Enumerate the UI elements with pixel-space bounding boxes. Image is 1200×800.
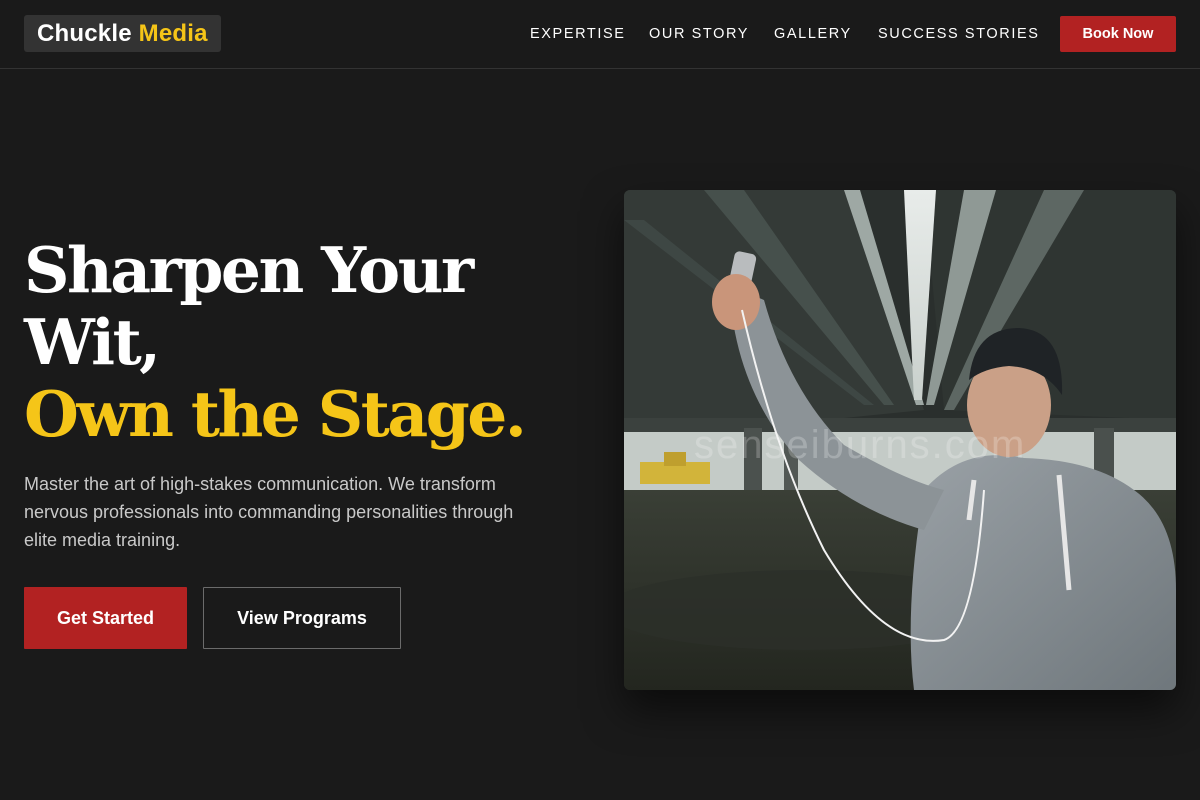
hero-headline: Sharpen Your Wit, Own the Stage.	[24, 234, 584, 450]
headline-line-3: Own the Stage.	[24, 377, 527, 451]
view-programs-button[interactable]: View Programs	[203, 587, 401, 649]
book-now-button[interactable]: Book Now	[1060, 16, 1176, 52]
hero-photo: senseiburns.com	[624, 190, 1176, 690]
logo[interactable]: Chuckle Media	[24, 15, 221, 52]
hero-photo-illustration: senseiburns.com	[624, 190, 1176, 690]
headline-line-1: Sharpen Your	[24, 233, 474, 307]
nav-item-success-stories[interactable]: SUCCESS STORIES	[878, 24, 1040, 44]
nav-item-expertise[interactable]: EXPERTISE	[530, 24, 626, 44]
get-started-button[interactable]: Get Started	[24, 587, 187, 649]
nav-item-gallery[interactable]: GALLERY	[774, 24, 852, 44]
image-watermark: senseiburns.com	[694, 423, 1026, 467]
logo-text-accent: Media	[138, 20, 208, 47]
logo-text-primary: Chuckle	[37, 20, 132, 47]
nav-item-our-story[interactable]: OUR STORY	[649, 24, 749, 44]
site-header: Chuckle Media EXPERTISE OUR STORY GALLER…	[0, 0, 1200, 69]
headline-line-2: Wit,	[24, 305, 161, 379]
hero-description: Master the art of high-stakes communicat…	[24, 474, 514, 550]
